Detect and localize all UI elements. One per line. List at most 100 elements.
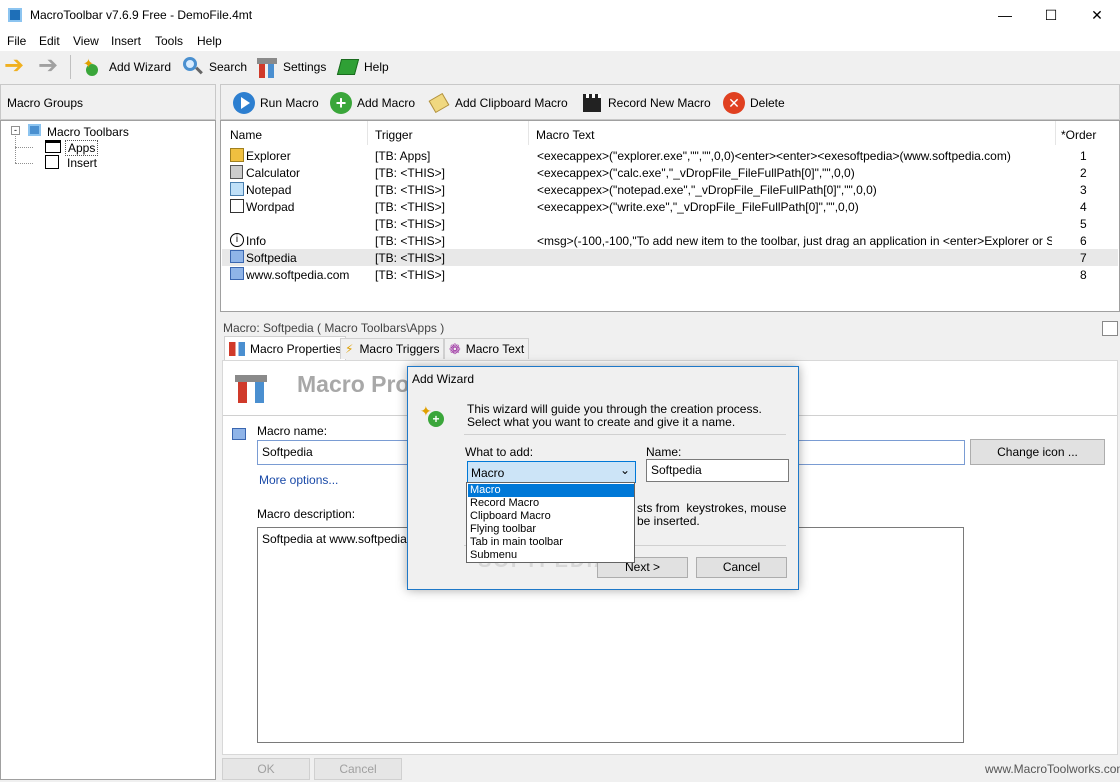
what-to-add-label: What to add: <box>465 445 534 459</box>
cancel-button[interactable]: Cancel <box>314 758 402 780</box>
dropdown-option[interactable]: Macro <box>468 484 634 497</box>
row-trigger: [TB: <THIS>] <box>375 200 446 214</box>
row-trigger: [TB: <THIS>] <box>375 251 446 265</box>
settings-button[interactable]: Settings <box>256 55 326 79</box>
row-order: 2 <box>1080 166 1087 180</box>
record-new-macro-button[interactable]: Record New Macro <box>581 91 711 115</box>
macro-groups-header: Macro Groups <box>0 84 216 120</box>
column-order[interactable]: *Order <box>1061 128 1096 142</box>
table-row[interactable]: Notepad [TB: <THIS>] <execappex>("notepa… <box>222 181 1118 198</box>
run-macro-button[interactable]: Run Macro <box>233 91 319 115</box>
menu-help[interactable]: Help <box>197 34 222 48</box>
lightning-icon: ⚡ <box>345 342 354 356</box>
search-button[interactable]: Search <box>182 55 247 79</box>
tree-line <box>15 163 33 164</box>
notepad-icon <box>230 182 244 196</box>
table-row[interactable]: [TB: <THIS>] 5 <box>222 215 1118 232</box>
add-green-icon: + <box>330 92 352 114</box>
window-title: MacroToolbar v7.6.9 Free - DemoFile.4mt <box>30 8 253 22</box>
table-row[interactable]: Wordpad [TB: <THIS>] <execappex>("write.… <box>222 198 1118 215</box>
chevron-down-icon: ⌄ <box>620 463 631 477</box>
table-row[interactable]: Calculator [TB: <THIS>] <execappex>("cal… <box>222 164 1118 181</box>
dropdown-option[interactable]: Clipboard Macro <box>468 510 634 523</box>
dropdown-option[interactable]: Tab in main toolbar <box>468 536 634 549</box>
add-macro-label: Add Macro <box>357 96 416 110</box>
row-name: www.softpedia.com <box>246 268 350 282</box>
cancel-label: Cancel <box>339 762 377 776</box>
restore-panel-icon[interactable] <box>1102 321 1118 336</box>
row-name: Notepad <box>246 183 292 197</box>
tree-root-label[interactable]: Macro Toolbars <box>47 125 129 139</box>
tab-label: Macro Properties <box>250 341 342 356</box>
wizard-cancel-button[interactable]: Cancel <box>696 557 787 578</box>
menu-view[interactable]: View <box>73 34 99 48</box>
menu-bar: File Edit View Insert Tools Help <box>0 31 1120 51</box>
dropdown-option[interactable]: Record Macro <box>468 497 634 510</box>
menu-tools[interactable]: Tools <box>155 34 183 48</box>
footer-link[interactable]: www.MacroToolworks.com <box>985 762 1120 776</box>
dropdown-option[interactable]: Flying toolbar <box>468 523 634 536</box>
table-row[interactable]: www.softpedia.com [TB: <THIS>] 8 <box>222 266 1118 283</box>
maximize-button[interactable]: ☐ <box>1028 0 1074 31</box>
row-text: <execappex>("calc.exe","_vDropFile_FileF… <box>537 166 855 180</box>
add-clipboard-macro-button[interactable]: Add Clipboard Macro <box>428 91 568 115</box>
row-trigger: [TB: Apps] <box>375 149 431 163</box>
record-new-macro-label: Record New Macro <box>608 96 711 110</box>
close-button[interactable]: ✕ <box>1074 0 1120 31</box>
tree-item-insert[interactable]: Insert <box>67 156 97 170</box>
tab-macro-text[interactable]: ❁ Macro Text <box>444 338 530 359</box>
macro-description-label: Macro description: <box>257 507 356 521</box>
row-text: <msg>(-100,-100,"To add new item to the … <box>537 234 1052 248</box>
add-wizard-label: Add Wizard <box>109 60 172 74</box>
macro-groups-tree: - Macro Toolbars Apps Insert <box>0 120 216 780</box>
wand-icon: ✦ <box>82 56 104 78</box>
dropdown-option[interactable]: Submenu <box>468 549 634 562</box>
row-name: Calculator <box>246 166 301 180</box>
help-book-icon <box>336 56 360 78</box>
ok-button[interactable]: OK <box>222 758 310 780</box>
row-order: 1 <box>1080 149 1087 163</box>
row-order: 7 <box>1080 251 1087 265</box>
delete-button[interactable]: ✕ Delete <box>723 91 785 115</box>
minimize-button[interactable]: — <box>982 0 1028 31</box>
main-toolbar: ➔ ➔ ✦ Add Wizard Search Settings Help <box>0 51 1120 82</box>
help-button[interactable]: Help <box>336 55 389 79</box>
macro-list: Name Trigger Macro Text *Order Explorer … <box>220 120 1120 312</box>
add-wizard-button[interactable]: ✦ Add Wizard <box>82 55 171 79</box>
change-icon-button[interactable]: Change icon ... <box>970 439 1105 465</box>
table-row[interactable]: i Info [TB: <THIS>] <msg>(-100,-100,"To … <box>222 232 1118 249</box>
menu-insert[interactable]: Insert <box>111 34 141 48</box>
cube-icon <box>230 267 244 280</box>
forward-arrow-icon[interactable]: ➔ <box>38 54 58 78</box>
search-label: Search <box>209 60 248 74</box>
tab-macro-triggers[interactable]: ⚡ Macro Triggers <box>340 338 445 359</box>
row-trigger: [TB: <THIS>] <box>375 234 446 248</box>
column-divider <box>528 121 529 145</box>
what-to-add-select[interactable]: Macro ⌄ <box>467 461 636 483</box>
search-icon <box>182 56 204 78</box>
back-arrow-icon[interactable]: ➔ <box>4 54 24 78</box>
explorer-icon <box>230 148 244 162</box>
column-macro-text[interactable]: Macro Text <box>536 128 594 142</box>
table-row[interactable]: Softpedia [TB: <THIS>] 7 <box>222 249 1118 266</box>
add-macro-button[interactable]: + Add Macro <box>330 91 415 115</box>
tree-item-apps[interactable]: Apps <box>65 140 99 156</box>
column-name[interactable]: Name <box>230 128 262 142</box>
collapse-toggle-icon[interactable]: - <box>11 126 20 135</box>
row-trigger: [TB: <THIS>] <box>375 166 446 180</box>
more-options-link[interactable]: More options... <box>259 473 338 487</box>
menu-file[interactable]: File <box>7 34 26 48</box>
menu-edit[interactable]: Edit <box>39 34 60 48</box>
tab-macro-properties[interactable]: Macro Properties <box>224 336 347 360</box>
tree-line <box>15 147 33 148</box>
record-clapper-icon <box>581 92 603 114</box>
column-divider <box>1055 121 1056 145</box>
table-row[interactable]: Explorer [TB: Apps] <execappex>("explore… <box>222 147 1118 164</box>
row-text: <execappex>("notepad.exe","_vDropFile_Fi… <box>537 183 877 197</box>
add-clipboard-macro-label: Add Clipboard Macro <box>455 96 568 110</box>
change-icon-label: Change icon ... <box>997 445 1078 459</box>
delete-icon: ✕ <box>723 92 745 114</box>
wizard-name-input[interactable]: Softpedia <box>646 459 789 482</box>
cube-icon <box>232 428 246 440</box>
column-trigger[interactable]: Trigger <box>375 128 413 142</box>
